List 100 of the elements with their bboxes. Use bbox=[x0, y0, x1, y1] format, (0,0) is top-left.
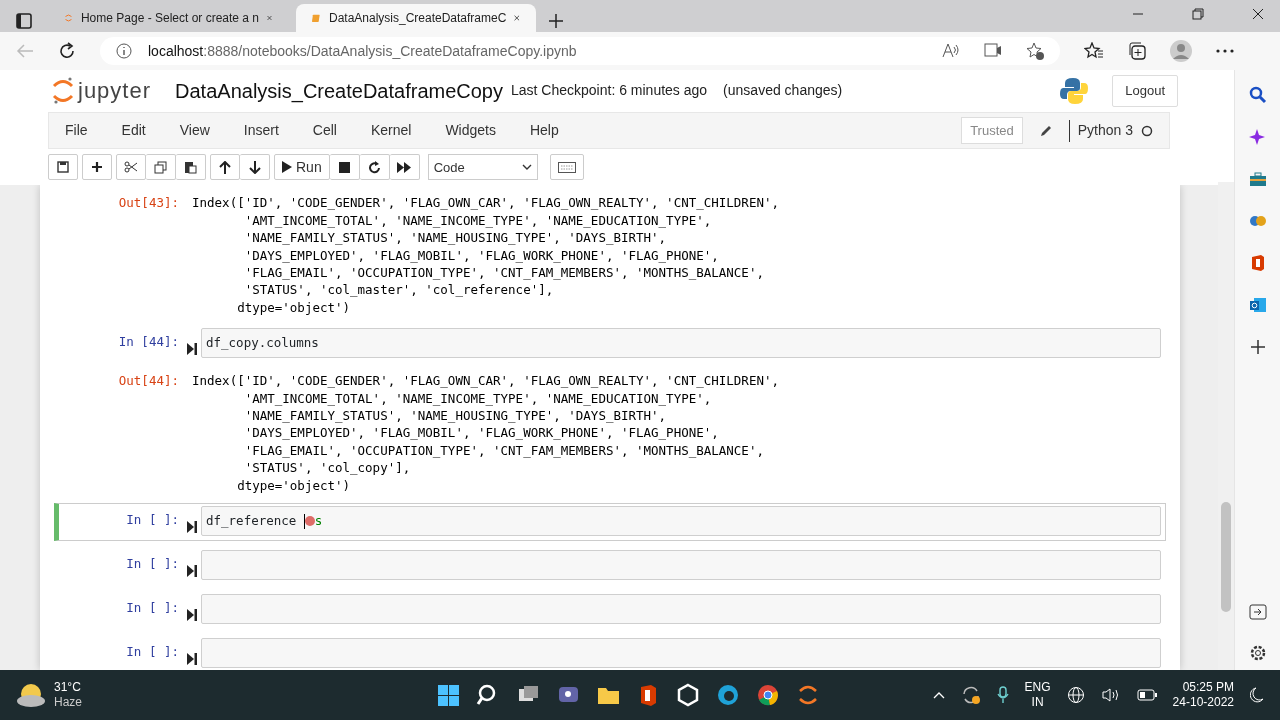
copy-icon bbox=[154, 160, 167, 174]
more-icon[interactable] bbox=[1216, 49, 1234, 53]
chevron-up-icon[interactable] bbox=[932, 691, 945, 699]
split-screen-icon[interactable] bbox=[1248, 604, 1267, 620]
clock-time[interactable]: 05:25 PM bbox=[1172, 680, 1234, 695]
sync-icon[interactable] bbox=[960, 685, 981, 705]
weather-sun-icon[interactable] bbox=[16, 682, 46, 708]
cut-button[interactable] bbox=[116, 154, 146, 181]
fast-forward-icon bbox=[397, 161, 412, 173]
code-input-field[interactable] bbox=[201, 549, 1161, 580]
start-icon[interactable] bbox=[436, 683, 460, 707]
tab-title: DataAnalysis_CreateDataframeC bbox=[328, 10, 507, 27]
run-cell-icon[interactable] bbox=[187, 342, 197, 355]
stop-button[interactable] bbox=[329, 154, 360, 181]
plus-icon[interactable] bbox=[1248, 338, 1267, 356]
code-cell[interactable]: In [ ]: bbox=[54, 634, 1166, 670]
network-globe-icon[interactable] bbox=[1066, 686, 1085, 704]
weather-text: Haze bbox=[54, 695, 82, 710]
code-input-field[interactable]: df_copy.columns bbox=[201, 328, 1161, 359]
output-text: Index(['ID', 'CODE_GENDER', 'FLAG_OWN_CAR', 'FLAG_OWN_REALTY', 'CNT_CHILDREN', 'AMT_INCOME_TOTAL', 'NAME_INCOME_TYPE', 'NAME_EDUCATION_TYPE', 'NAME_FAMILY_STATUS', 'NAME_HOUSING_TYPE', 'DAYS_BIRTH', 'DAYS_EMPLOYED', 'FLAG_MOBIL', 'FLAG_WORK_PHONE', 'FLAG_PHONE', 'FLAG_EMAIL', 'OCCUPATION_TYPE', 'CNT_FAM_MEMBERS', 'MONTHS_BALANCE', 'STATUS', 'col_master', 'col_reference'], dtype='object') bbox=[191, 194, 779, 317]
jupyter-app-icon[interactable] bbox=[796, 683, 820, 707]
move-down-button[interactable] bbox=[240, 154, 270, 181]
close-icon[interactable] bbox=[514, 13, 520, 23]
edit-pencil-icon[interactable] bbox=[1038, 124, 1053, 139]
restart-button[interactable] bbox=[359, 154, 390, 181]
language-text[interactable]: ENG bbox=[1024, 680, 1051, 695]
new-tab-icon[interactable] bbox=[548, 12, 564, 29]
menu-item[interactable]: File bbox=[65, 120, 88, 142]
menu-item[interactable]: Widgets bbox=[445, 120, 496, 142]
battery-icon[interactable] bbox=[1136, 689, 1157, 701]
cell-type-select[interactable]: Code bbox=[427, 154, 538, 181]
region-text[interactable]: IN bbox=[1024, 695, 1051, 710]
run-cell-icon[interactable] bbox=[187, 608, 197, 621]
favorite-add-icon[interactable] bbox=[1026, 42, 1044, 60]
reader-view-icon[interactable] bbox=[984, 42, 1002, 58]
checkpoint-text: Last Checkpoint: 6 minutes ago bbox=[511, 81, 708, 101]
notebook-title[interactable]: DataAnalysis_CreateDataframeCopy bbox=[175, 75, 503, 106]
logout-button[interactable]: Logout bbox=[1112, 75, 1178, 107]
sparkle-icon[interactable] bbox=[1248, 128, 1267, 146]
output-prompt: Out[44]: bbox=[117, 372, 180, 391]
menu-item[interactable]: Cell bbox=[312, 120, 337, 142]
code-input-field[interactable] bbox=[201, 637, 1161, 668]
microphone-icon[interactable] bbox=[996, 686, 1009, 704]
menu-item[interactable]: Insert bbox=[243, 120, 279, 142]
code-text: df_copy.columns bbox=[206, 335, 319, 351]
code-text: s bbox=[314, 512, 323, 528]
run-all-button[interactable] bbox=[389, 154, 420, 181]
temperature-text: 31°C bbox=[54, 680, 82, 695]
clock-date[interactable]: 24-10-2022 bbox=[1172, 695, 1234, 710]
kernel-idle-icon bbox=[1141, 124, 1153, 137]
collections-icon[interactable] bbox=[1128, 42, 1146, 60]
browser-tab[interactable]: Home Page - Select or create a n bbox=[48, 4, 288, 32]
profile-avatar-icon[interactable] bbox=[1170, 40, 1192, 62]
tab-title: Home Page - Select or create a n bbox=[80, 10, 260, 27]
paste-button[interactable] bbox=[176, 154, 206, 181]
output-prompt: Out[43]: bbox=[117, 194, 180, 213]
search-icon[interactable] bbox=[1248, 86, 1267, 104]
scrollbar-thumb[interactable] bbox=[1221, 502, 1231, 612]
insert-cell-button[interactable] bbox=[82, 154, 112, 181]
restore-icon[interactable] bbox=[1192, 8, 1204, 20]
code-input-field[interactable] bbox=[201, 593, 1161, 624]
info-icon[interactable] bbox=[116, 43, 132, 59]
run-cell-icon[interactable] bbox=[187, 564, 197, 577]
save-button[interactable] bbox=[48, 154, 78, 181]
menu-item[interactable]: View bbox=[179, 120, 210, 142]
chevron-down-icon bbox=[521, 164, 532, 171]
edge-browser-icon[interactable] bbox=[716, 683, 740, 707]
code-text: df_reference bbox=[206, 512, 297, 528]
outlook-icon[interactable] bbox=[1248, 296, 1267, 314]
settings-icon[interactable] bbox=[1248, 644, 1267, 662]
toolbox-icon[interactable] bbox=[1248, 170, 1267, 188]
code-input-field[interactable]: df_reference s bbox=[201, 505, 1161, 536]
run-cell-icon[interactable] bbox=[187, 652, 197, 665]
moon-icon[interactable] bbox=[1250, 687, 1264, 703]
code-cell[interactable]: In [ ]: df_reference s bbox=[54, 502, 1166, 541]
menu-item[interactable]: Kernel bbox=[370, 120, 412, 142]
hexagon-app-icon[interactable] bbox=[676, 683, 700, 707]
run-cell-icon[interactable] bbox=[187, 520, 197, 533]
tab-actions-icon[interactable] bbox=[16, 12, 32, 29]
stop-icon bbox=[338, 161, 350, 173]
paste-icon bbox=[184, 160, 197, 174]
play-icon bbox=[282, 161, 292, 174]
code-cell[interactable]: In [44]: df_copy.columns bbox=[54, 325, 1166, 364]
command-palette-button[interactable] bbox=[549, 154, 584, 181]
code-cell[interactable]: In [ ]: bbox=[54, 546, 1166, 585]
menu-item[interactable]: Help bbox=[529, 120, 559, 142]
move-up-button[interactable] bbox=[210, 154, 240, 181]
run-button[interactable]: Run bbox=[274, 154, 330, 181]
speaker-icon[interactable] bbox=[1100, 687, 1121, 703]
kernel-name: Python 3 bbox=[1077, 121, 1133, 141]
code-cell[interactable]: In [ ]: bbox=[54, 590, 1166, 629]
refresh-icon[interactable] bbox=[58, 42, 76, 60]
favorites-icon[interactable] bbox=[1084, 42, 1104, 60]
read-aloud-icon[interactable] bbox=[942, 42, 960, 58]
menu-item[interactable]: Edit bbox=[121, 120, 146, 142]
chrome-browser-icon[interactable] bbox=[756, 683, 780, 707]
trusted-indicator[interactable]: Trusted bbox=[961, 116, 1023, 145]
browser-tab[interactable]: DataAnalysis_CreateDataframeC bbox=[296, 4, 536, 32]
keyboard-icon bbox=[557, 161, 576, 173]
close-icon[interactable] bbox=[1252, 8, 1264, 20]
